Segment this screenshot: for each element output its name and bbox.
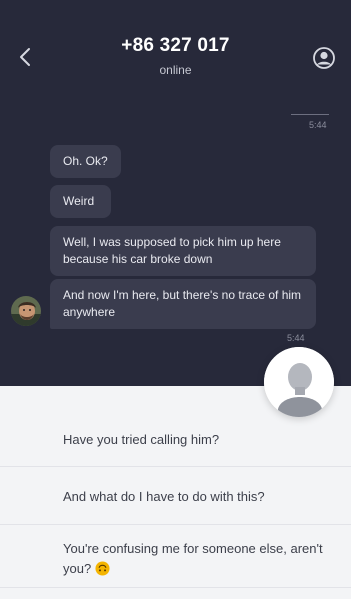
reply-options-panel: Have you tried calling him? And what do …	[0, 386, 351, 599]
sender-avatar[interactable]	[11, 296, 41, 326]
chat-panel: +86 327 017 online 5:44 Oh. Ok? Weird We…	[0, 0, 351, 386]
reply-option[interactable]: And what do I have to do with this?	[0, 487, 351, 507]
message-bubble: Weird	[50, 185, 111, 218]
message-bubble: And now I'm here, but there's no trace o…	[50, 279, 316, 329]
sent-message-line	[291, 114, 329, 115]
reply-option-text: Have you tried calling him?	[63, 432, 220, 447]
divider	[0, 524, 351, 525]
message-bubble: Well, I was supposed to pick him up here…	[50, 226, 316, 276]
user-circle-icon	[313, 47, 335, 69]
upside-down-face-icon	[95, 561, 110, 576]
divider	[0, 587, 351, 588]
reply-option-text: And what do I have to do with this?	[63, 489, 265, 504]
message-bubble: Oh. Ok?	[50, 145, 121, 178]
sent-timestamp: 5:44	[309, 120, 327, 130]
profile-button[interactable]	[312, 46, 336, 70]
divider	[0, 466, 351, 467]
reply-option[interactable]: You're confusing me for someone else, ar…	[0, 539, 351, 579]
player-avatar	[264, 347, 334, 417]
received-timestamp: 5:44	[287, 333, 305, 343]
contact-name: +86 327 017	[121, 35, 230, 56]
contact-status: online	[159, 63, 192, 77]
reply-option[interactable]: Have you tried calling him?	[0, 430, 351, 450]
